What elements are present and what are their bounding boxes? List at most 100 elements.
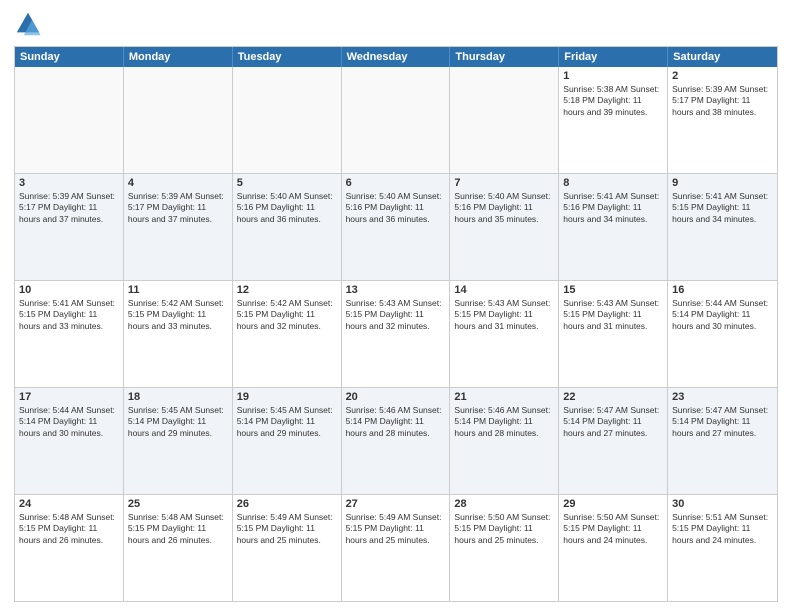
- day-info: Sunrise: 5:47 AM Sunset: 5:14 PM Dayligh…: [672, 405, 773, 439]
- calendar-cell: 3 Sunrise: 5:39 AM Sunset: 5:17 PM Daylig…: [15, 174, 124, 280]
- calendar-cell: 4 Sunrise: 5:39 AM Sunset: 5:17 PM Daylig…: [124, 174, 233, 280]
- calendar-cell: 10 Sunrise: 5:41 AM Sunset: 5:15 PM Dayli…: [15, 281, 124, 387]
- day-number: 8: [563, 177, 663, 189]
- day-number: 13: [346, 284, 446, 296]
- day-info: Sunrise: 5:49 AM Sunset: 5:15 PM Dayligh…: [237, 512, 337, 546]
- calendar-cell: [342, 67, 451, 173]
- calendar-cell: [233, 67, 342, 173]
- calendar-cell: 26Sunrise: 5:49 AM Sunset: 5:15 PM Dayli…: [233, 495, 342, 601]
- calendar-header: SundayMondayTuesdayWednesdayThursdayFrid…: [15, 47, 777, 67]
- calendar-cell: 23Sunrise: 5:47 AM Sunset: 5:14 PM Dayli…: [668, 388, 777, 494]
- calendar-row: 24 Sunrise: 5:48 AM Sunset: 5:15 PM Dayli…: [15, 494, 777, 601]
- calendar-cell: 27 Sunrise: 5:49 AM Sunset: 5:15 PM Dayli…: [342, 495, 451, 601]
- day-number: 28: [454, 498, 554, 510]
- day-info: Sunrise: 5:44 AM Sunset: 5:14 PM Dayligh…: [19, 405, 119, 439]
- day-number: 10: [19, 284, 119, 296]
- day-number: 24: [19, 498, 119, 510]
- calendar-cell: 9 Sunrise: 5:41 AM Sunset: 5:15 PM Daylig…: [668, 174, 777, 280]
- day-number: 21: [454, 391, 554, 403]
- calendar-header-cell: Tuesday: [233, 47, 342, 67]
- calendar-cell: 6 Sunrise: 5:40 AM Sunset: 5:16 PM Daylig…: [342, 174, 451, 280]
- calendar-cell: 2 Sunrise: 5:39 AM Sunset: 5:17 PM Daylig…: [668, 67, 777, 173]
- calendar-cell: 11Sunrise: 5:42 AM Sunset: 5:15 PM Dayli…: [124, 281, 233, 387]
- calendar-cell: 20 Sunrise: 5:46 AM Sunset: 5:14 PM Dayli…: [342, 388, 451, 494]
- calendar-cell: 1 Sunrise: 5:38 AM Sunset: 5:18 PM Daylig…: [559, 67, 668, 173]
- day-info: Sunrise: 5:39 AM Sunset: 5:17 PM Dayligh…: [128, 191, 228, 225]
- calendar-header-cell: Thursday: [450, 47, 559, 67]
- day-info: Sunrise: 5:40 AM Sunset: 5:16 PM Dayligh…: [346, 191, 446, 225]
- day-info: Sunrise: 5:40 AM Sunset: 5:16 PM Dayligh…: [454, 191, 554, 225]
- day-number: 25: [128, 498, 228, 510]
- day-number: 12: [237, 284, 337, 296]
- calendar-cell: 18 Sunrise: 5:45 AM Sunset: 5:14 PM Dayli…: [124, 388, 233, 494]
- calendar-row: 1 Sunrise: 5:38 AM Sunset: 5:18 PM Daylig…: [15, 67, 777, 173]
- day-number: 27: [346, 498, 446, 510]
- calendar-cell: 15 Sunrise: 5:43 AM Sunset: 5:15 PM Dayli…: [559, 281, 668, 387]
- day-number: 6: [346, 177, 446, 189]
- day-info: Sunrise: 5:41 AM Sunset: 5:15 PM Dayligh…: [19, 298, 119, 332]
- calendar-cell: 17Sunrise: 5:44 AM Sunset: 5:14 PM Dayli…: [15, 388, 124, 494]
- day-number: 2: [672, 70, 773, 82]
- day-number: 1: [563, 70, 663, 82]
- calendar-body: 1 Sunrise: 5:38 AM Sunset: 5:18 PM Daylig…: [15, 67, 777, 601]
- calendar-row: 3 Sunrise: 5:39 AM Sunset: 5:17 PM Daylig…: [15, 173, 777, 280]
- day-info: Sunrise: 5:39 AM Sunset: 5:17 PM Dayligh…: [19, 191, 119, 225]
- day-info: Sunrise: 5:48 AM Sunset: 5:15 PM Dayligh…: [19, 512, 119, 546]
- day-number: 20: [346, 391, 446, 403]
- day-info: Sunrise: 5:46 AM Sunset: 5:14 PM Dayligh…: [454, 405, 554, 439]
- day-info: Sunrise: 5:50 AM Sunset: 5:15 PM Dayligh…: [454, 512, 554, 546]
- day-number: 22: [563, 391, 663, 403]
- day-number: 3: [19, 177, 119, 189]
- calendar-cell: 28 Sunrise: 5:50 AM Sunset: 5:15 PM Dayli…: [450, 495, 559, 601]
- day-info: Sunrise: 5:49 AM Sunset: 5:15 PM Dayligh…: [346, 512, 446, 546]
- day-info: Sunrise: 5:50 AM Sunset: 5:15 PM Dayligh…: [563, 512, 663, 546]
- calendar-cell: 19Sunrise: 5:45 AM Sunset: 5:14 PM Dayli…: [233, 388, 342, 494]
- calendar-cell: 24 Sunrise: 5:48 AM Sunset: 5:15 PM Dayli…: [15, 495, 124, 601]
- calendar-cell: 13 Sunrise: 5:43 AM Sunset: 5:15 PM Dayli…: [342, 281, 451, 387]
- day-info: Sunrise: 5:45 AM Sunset: 5:14 PM Dayligh…: [237, 405, 337, 439]
- calendar-cell: 5 Sunrise: 5:40 AM Sunset: 5:16 PM Daylig…: [233, 174, 342, 280]
- day-number: 5: [237, 177, 337, 189]
- day-number: 30: [672, 498, 773, 510]
- day-info: Sunrise: 5:43 AM Sunset: 5:15 PM Dayligh…: [563, 298, 663, 332]
- day-info: Sunrise: 5:38 AM Sunset: 5:18 PM Dayligh…: [563, 84, 663, 118]
- day-number: 16: [672, 284, 773, 296]
- calendar-row: 10 Sunrise: 5:41 AM Sunset: 5:15 PM Dayli…: [15, 280, 777, 387]
- logo: [14, 10, 46, 38]
- day-info: Sunrise: 5:43 AM Sunset: 5:15 PM Dayligh…: [346, 298, 446, 332]
- logo-icon: [14, 10, 42, 38]
- calendar-cell: 7 Sunrise: 5:40 AM Sunset: 5:16 PM Daylig…: [450, 174, 559, 280]
- calendar-header-cell: Monday: [124, 47, 233, 67]
- day-info: Sunrise: 5:39 AM Sunset: 5:17 PM Dayligh…: [672, 84, 773, 118]
- calendar-cell: 30Sunrise: 5:51 AM Sunset: 5:15 PM Dayli…: [668, 495, 777, 601]
- day-number: 18: [128, 391, 228, 403]
- day-number: 7: [454, 177, 554, 189]
- day-info: Sunrise: 5:43 AM Sunset: 5:15 PM Dayligh…: [454, 298, 554, 332]
- day-info: Sunrise: 5:47 AM Sunset: 5:14 PM Dayligh…: [563, 405, 663, 439]
- calendar-cell: [450, 67, 559, 173]
- calendar-cell: 14 Sunrise: 5:43 AM Sunset: 5:15 PM Dayli…: [450, 281, 559, 387]
- calendar-cell: 22 Sunrise: 5:47 AM Sunset: 5:14 PM Dayli…: [559, 388, 668, 494]
- calendar-cell: [15, 67, 124, 173]
- page: SundayMondayTuesdayWednesdayThursdayFrid…: [0, 0, 792, 612]
- day-number: 4: [128, 177, 228, 189]
- day-info: Sunrise: 5:46 AM Sunset: 5:14 PM Dayligh…: [346, 405, 446, 439]
- day-number: 15: [563, 284, 663, 296]
- day-number: 29: [563, 498, 663, 510]
- calendar: SundayMondayTuesdayWednesdayThursdayFrid…: [14, 46, 778, 602]
- calendar-header-cell: Sunday: [15, 47, 124, 67]
- calendar-header-cell: Saturday: [668, 47, 777, 67]
- day-number: 11: [128, 284, 228, 296]
- calendar-cell: [124, 67, 233, 173]
- day-info: Sunrise: 5:48 AM Sunset: 5:15 PM Dayligh…: [128, 512, 228, 546]
- day-number: 14: [454, 284, 554, 296]
- day-info: Sunrise: 5:40 AM Sunset: 5:16 PM Dayligh…: [237, 191, 337, 225]
- day-number: 9: [672, 177, 773, 189]
- calendar-cell: 25 Sunrise: 5:48 AM Sunset: 5:15 PM Dayli…: [124, 495, 233, 601]
- calendar-header-cell: Wednesday: [342, 47, 451, 67]
- day-info: Sunrise: 5:45 AM Sunset: 5:14 PM Dayligh…: [128, 405, 228, 439]
- day-info: Sunrise: 5:44 AM Sunset: 5:14 PM Dayligh…: [672, 298, 773, 332]
- calendar-cell: 29 Sunrise: 5:50 AM Sunset: 5:15 PM Dayli…: [559, 495, 668, 601]
- calendar-row: 17Sunrise: 5:44 AM Sunset: 5:14 PM Dayli…: [15, 387, 777, 494]
- day-info: Sunrise: 5:41 AM Sunset: 5:15 PM Dayligh…: [672, 191, 773, 225]
